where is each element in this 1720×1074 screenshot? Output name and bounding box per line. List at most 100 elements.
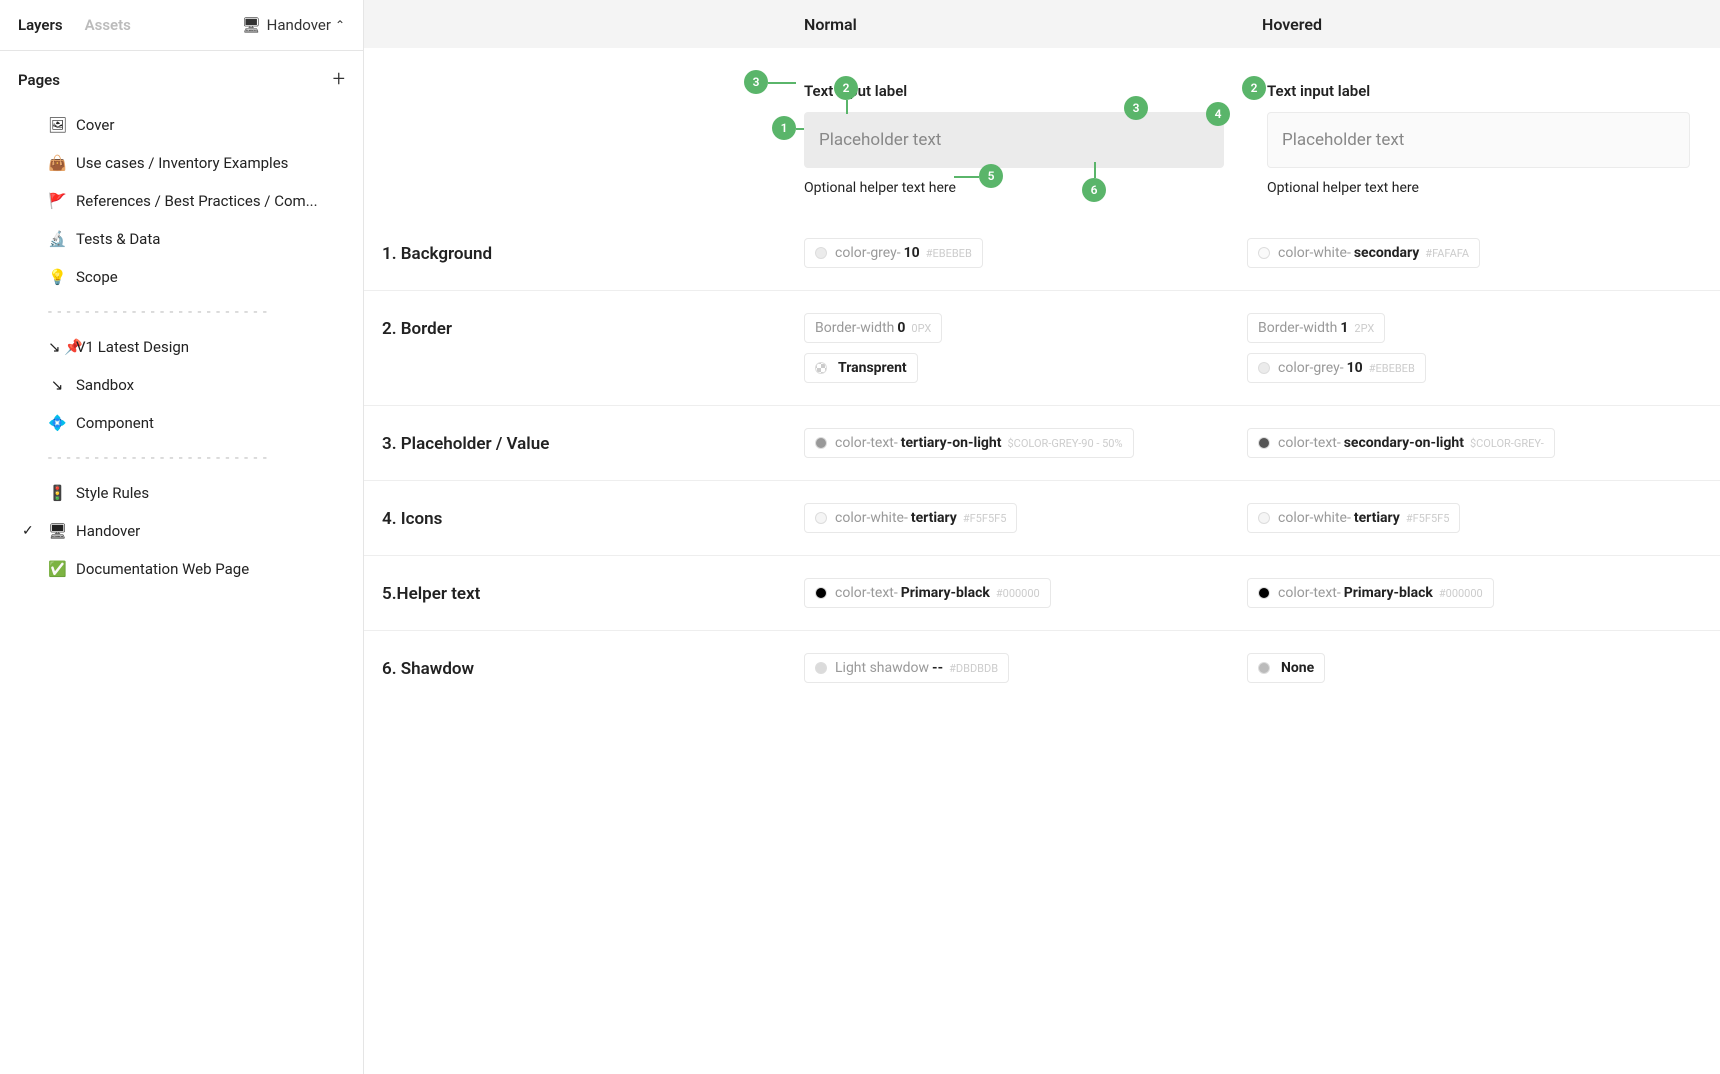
page-emoji: 💡 (48, 268, 66, 286)
token-prefix: Border-width (1258, 320, 1337, 336)
page-item[interactable]: 🖼Cover (0, 106, 363, 144)
page-item[interactable]: 💡 Scope (0, 258, 363, 296)
spec-col-normal: color-grey-10#EBEBEB (584, 238, 1247, 268)
token[interactable]: color-white-tertiary#F5F5F5 (1247, 503, 1460, 533)
spec-label: 6. Shawdow (364, 653, 584, 679)
file-icon: 🖥 (242, 16, 261, 34)
page-label: Handover (76, 522, 140, 540)
helper-text: Optional helper text here (804, 180, 1227, 196)
token[interactable]: Border-width 0 0px (804, 313, 942, 343)
token-prefix: Border-width (815, 320, 894, 336)
page-emoji: 🖥 (48, 522, 66, 540)
token-name: 0 (897, 320, 905, 336)
token[interactable]: color-white-secondary#FAFAFA (1247, 238, 1480, 268)
spec-row: 1. Background color-grey-10#EBEBEB color-w… (364, 216, 1720, 290)
page-emoji: 🚦 (48, 484, 66, 502)
color-swatch (1258, 247, 1270, 259)
token-meta: $COLOR-GREY-90 - 50% (1008, 437, 1123, 450)
token-prefix: color-white- (1278, 510, 1351, 526)
page-emoji: 🚩 (48, 192, 66, 210)
page-label: Tests & Data (76, 230, 160, 248)
input-box-normal: Placeholder text (804, 112, 1224, 168)
page-item[interactable]: 💠Component (0, 404, 363, 442)
page-item[interactable]: ↘Sandbox (0, 366, 363, 404)
page-emoji: ✅ (48, 560, 66, 578)
token-meta: #FAFAFA (1425, 247, 1469, 260)
preview-hovered: Text input label Placeholder text Option… (1267, 72, 1720, 206)
spec-label: 1. Background (364, 238, 584, 264)
token[interactable]: None (1247, 653, 1325, 683)
add-page-button[interactable]: + (333, 67, 345, 92)
page-item[interactable]: 🚦Style Rules (0, 474, 363, 512)
page-item[interactable]: 🚩References / Best Practices / Com... (0, 182, 363, 220)
spec-col-hovered: color-white-tertiary#F5F5F5 (1247, 503, 1720, 533)
spec-row: 4. Iconscolor-white-tertiary#F5F5F5color… (364, 480, 1720, 555)
page-item[interactable]: ↘ 📌V1 Latest Design (0, 328, 363, 366)
token-name: -- (932, 660, 943, 676)
page-label: Component (76, 414, 154, 432)
state-header: Normal Hovered (364, 0, 1720, 48)
token-meta: #000000 (1439, 587, 1483, 600)
spec-col-hovered: color-white-secondary#FAFAFA (1247, 238, 1720, 268)
token[interactable]: Transprent (804, 353, 918, 383)
col-header-normal: Normal (584, 15, 1262, 34)
token-name: Primary-black (1344, 585, 1433, 601)
check-icon: ✓ (22, 523, 34, 539)
token[interactable]: color-grey-10#EBEBEB (804, 238, 983, 268)
page-item[interactable]: ✅ Documentation Web Page (0, 550, 363, 588)
page-label: V1 Latest Design (76, 338, 189, 356)
token-name: 1 (1340, 320, 1348, 336)
token-meta: 0px (911, 322, 931, 335)
token[interactable]: Border-width 12px (1247, 313, 1385, 343)
annotation-5: 5 (979, 164, 1003, 188)
token-prefix: color-text- (1278, 435, 1341, 451)
token-prefix: Light shawdow (835, 660, 929, 676)
spec-col-hovered: None (1247, 653, 1720, 683)
col-header-hovered: Hovered (1262, 15, 1720, 34)
token[interactable]: color-text-secondary-on-light$COLOR-GREY… (1247, 428, 1555, 458)
token[interactable]: color-text-Primary-black#000000 (1247, 578, 1494, 608)
annotation-6: 6 (1082, 178, 1106, 202)
annotation-1: 1 (772, 116, 796, 140)
page-item[interactable]: ✓ 🖥 Handover (0, 512, 363, 550)
color-swatch (815, 437, 827, 449)
tab-assets[interactable]: Assets (85, 16, 131, 34)
token-prefix: color-grey- (835, 245, 901, 261)
color-swatch (815, 662, 827, 674)
input-box-hovered: Placeholder text (1267, 112, 1690, 168)
color-swatch (815, 587, 827, 599)
token[interactable]: color-white-tertiary#F5F5F5 (804, 503, 1017, 533)
placeholder-text-hovered: Placeholder text (1282, 130, 1404, 150)
file-dropdown[interactable]: 🖥 Handover ⌃ (242, 16, 345, 34)
spec-label: 5.Helper text (364, 578, 584, 604)
spec-row: 5.Helper text color-text-Primary-black#00… (364, 555, 1720, 630)
token-name: Primary-black (901, 585, 990, 601)
tab-layers[interactable]: Layers (18, 16, 63, 34)
token[interactable]: Light shawdow --#DBDBDB (804, 653, 1009, 683)
page-emoji: 🖼 (48, 116, 66, 134)
annotation-2b: 2 (1242, 76, 1266, 100)
page-item[interactable]: 👜Use cases / Inventory Examples (0, 144, 363, 182)
page-item[interactable]: 🔬Tests & Data (0, 220, 363, 258)
token[interactable]: color-grey-10#EBEBEB (1247, 353, 1426, 383)
color-swatch (815, 512, 827, 524)
color-swatch (1258, 662, 1270, 674)
preview-normal: Text input label Placeholder text Option… (584, 72, 1267, 206)
page-label: Documentation Web Page (76, 560, 249, 578)
page-emoji: 👜 (48, 154, 66, 172)
spec-col-normal: color-text-Primary-black#000000 (584, 578, 1247, 608)
token[interactable]: color-text-tertiary-on-light$COLOR-GREY-… (804, 428, 1134, 458)
spec-row: 6. Shawdow Light shawdow --#DBDBDB None (364, 630, 1720, 705)
token[interactable]: color-text-Primary-black#000000 (804, 578, 1051, 608)
color-swatch (1258, 587, 1270, 599)
pages-header: Pages + (0, 51, 363, 102)
pages-list: 🖼Cover👜Use cases / Inventory Examples🚩Re… (0, 102, 363, 600)
token-name: 10 (1347, 360, 1363, 376)
token-meta: #F5F5F5 (1406, 512, 1450, 525)
chevron-up-icon: ⌃ (335, 18, 345, 32)
token-name: None (1281, 660, 1314, 676)
page-label: Scope (76, 268, 118, 286)
canvas[interactable]: Normal Hovered Text input label Placehol… (364, 0, 1720, 1074)
color-swatch (1258, 362, 1270, 374)
sidebar: Layers Assets 🖥 Handover ⌃ Pages + 🖼Cove… (0, 0, 364, 1074)
